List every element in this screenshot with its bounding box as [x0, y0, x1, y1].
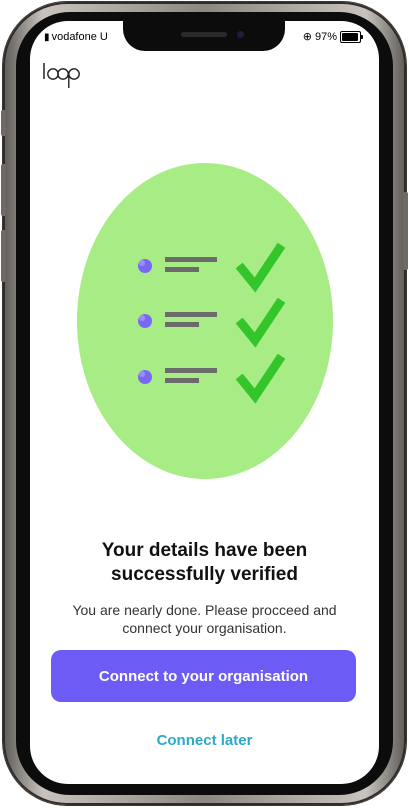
- status-right: ⊕ 97%: [302, 30, 363, 43]
- illustration-circle: [77, 163, 333, 479]
- battery-icon: [340, 30, 363, 43]
- speaker-icon: [181, 32, 227, 37]
- page-subtitle: You are nearly done. Please procceed and…: [72, 602, 337, 636]
- connect-later-link[interactable]: Connect later: [50, 732, 359, 749]
- page-title: Your details have been successfully veri…: [101, 540, 308, 585]
- battery-percent: 97%: [314, 30, 337, 43]
- carrier-status: ▮ vodafone U: [44, 31, 108, 43]
- phone-screen: ▮ vodafone U ⊕ 97% Your details have bee…: [30, 21, 379, 784]
- signal-icon: ▮: [44, 32, 49, 43]
- volume-down-button: [1, 230, 6, 282]
- volume-up-button: [1, 164, 6, 216]
- mute-switch: [1, 110, 6, 136]
- connect-organisation-button[interactable]: Connect to your organisation: [51, 650, 356, 702]
- power-button: [403, 192, 408, 270]
- camera-icon: [237, 31, 244, 38]
- carrier-name: vodafone U: [51, 31, 108, 43]
- notch: [123, 21, 285, 51]
- checklist-illustration: [77, 163, 333, 479]
- loop-logo: [43, 63, 80, 88]
- orientation-lock-icon: ⊕: [302, 31, 312, 43]
